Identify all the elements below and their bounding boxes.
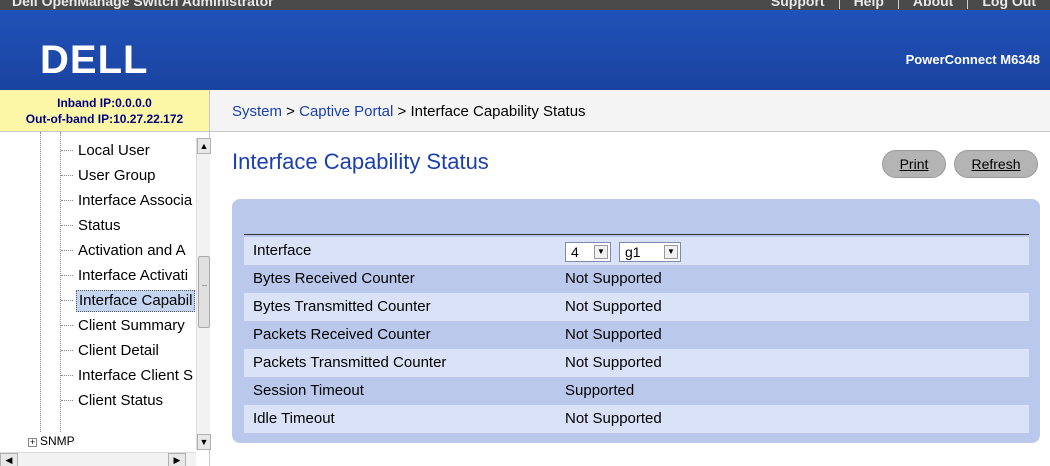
- scroll-down-icon[interactable]: ▼: [197, 434, 211, 450]
- outofband-ip: Out-of-band IP:10.27.22.172: [25, 112, 184, 126]
- tree-item-label: Interface Client S: [78, 367, 194, 384]
- row-value: Not Supported: [565, 326, 662, 343]
- tree-item-label: Client Status: [78, 392, 164, 409]
- tree-item-label: Local User: [78, 142, 150, 159]
- tree-item-interface-client-status[interactable]: Interface Client S: [0, 363, 196, 388]
- scroll-right-icon[interactable]: ▶: [168, 453, 186, 466]
- tree-item-label: Interface Associa: [78, 192, 193, 209]
- tree-item-interface-association[interactable]: Interface Associa: [0, 188, 196, 213]
- tree-item-label: Client Summary: [78, 317, 185, 334]
- product-name: PowerConnect M6348: [905, 52, 1040, 67]
- tree-item-status[interactable]: Status: [0, 213, 196, 238]
- capability-table: Interface 4 ▼ g1 ▼ Bytes Received Counte…: [244, 237, 1029, 433]
- tree-item-activation[interactable]: Activation and A: [0, 238, 196, 263]
- panel-divider: [244, 234, 1029, 235]
- tree-item-label: Interface Capabil: [76, 290, 196, 312]
- tree-item-snmp[interactable]: + SNMP: [28, 434, 75, 448]
- top-bar: Dell OpenManage Switch Administrator Sup…: [0, 0, 1050, 10]
- breadcrumb-separator: >: [282, 103, 300, 120]
- print-button[interactable]: Print: [882, 150, 946, 178]
- breadcrumb: System > Captive Portal > Interface Capa…: [210, 90, 1050, 132]
- help-link[interactable]: Help: [838, 0, 898, 9]
- row-label: Interface: [253, 242, 312, 259]
- row-label: Packets Transmitted Counter: [253, 354, 447, 371]
- row-value: Not Supported: [565, 298, 662, 315]
- scroll-up-icon[interactable]: ▲: [197, 138, 211, 154]
- app-title: Dell OpenManage Switch Administrator: [12, 0, 274, 9]
- row-label: Idle Timeout: [253, 410, 335, 427]
- chevron-down-icon[interactable]: ▼: [594, 245, 608, 259]
- row-value: Not Supported: [565, 354, 662, 371]
- page-title: Interface Capability Status: [232, 149, 489, 174]
- capability-panel: Interface 4 ▼ g1 ▼ Bytes Received Counte…: [232, 199, 1040, 443]
- breadcrumb-separator: >: [393, 103, 411, 120]
- refresh-button[interactable]: Refresh: [954, 150, 1038, 178]
- top-links: Support Help About Log Out: [757, 0, 1050, 9]
- table-row: Packets Transmitted Counter Not Supporte…: [244, 349, 1029, 377]
- row-label: Packets Received Counter: [253, 326, 431, 343]
- table-row: Bytes Transmitted Counter Not Supported: [244, 293, 1029, 321]
- inband-ip: Inband IP:0.0.0.0: [57, 96, 152, 110]
- tree-item-interface-activation[interactable]: Interface Activati: [0, 263, 196, 288]
- unit-select-value: 4: [571, 244, 579, 260]
- about-link[interactable]: About: [897, 0, 967, 9]
- row-label: Session Timeout: [253, 382, 364, 399]
- scrollbar-thumb[interactable]: [198, 256, 210, 328]
- tree-item-label: Status: [78, 217, 121, 234]
- table-row: Packets Received Counter Not Supported: [244, 321, 1029, 349]
- header-banner: DELL PowerConnect M6348: [0, 10, 1050, 90]
- scroll-left-icon[interactable]: ◀: [0, 453, 18, 466]
- tree-item-user-group[interactable]: User Group: [0, 163, 196, 188]
- table-row: Session Timeout Supported: [244, 377, 1029, 405]
- unit-select[interactable]: 4 ▼: [565, 242, 611, 262]
- tree-expand-icon[interactable]: +: [28, 438, 37, 447]
- tree-item-label: User Group: [78, 167, 156, 184]
- breadcrumb-system[interactable]: System: [232, 103, 282, 120]
- row-label: Bytes Transmitted Counter: [253, 298, 431, 315]
- breadcrumb-captive-portal[interactable]: Captive Portal: [299, 103, 393, 120]
- logout-link[interactable]: Log Out: [967, 0, 1050, 9]
- table-row: Bytes Received Counter Not Supported: [244, 265, 1029, 293]
- tree-item-local-user[interactable]: Local User: [0, 138, 196, 163]
- chevron-down-icon[interactable]: ▼: [664, 245, 678, 259]
- tree-item-client-status[interactable]: Client Status: [0, 388, 196, 413]
- dell-logo: DELL: [40, 38, 149, 82]
- breadcrumb-current: Interface Capability Status: [410, 103, 586, 120]
- tree-item-client-detail[interactable]: Client Detail: [0, 338, 196, 363]
- tree-item-label: Client Detail: [78, 342, 159, 359]
- port-select-value: g1: [625, 244, 641, 260]
- tree-horizontal-scrollbar[interactable]: ◀ ▶: [0, 452, 196, 466]
- tree-item-client-summary[interactable]: Client Summary: [0, 313, 196, 338]
- row-value: Not Supported: [565, 410, 662, 427]
- tree-item-label: SNMP: [40, 434, 75, 448]
- row-label: Bytes Received Counter: [253, 270, 415, 287]
- tree-item-label: Interface Activati: [78, 267, 189, 284]
- tree-vertical-scrollbar[interactable]: ▲ ▼: [196, 138, 211, 450]
- row-value: Not Supported: [565, 270, 662, 287]
- support-link[interactable]: Support: [757, 0, 839, 9]
- port-select[interactable]: g1 ▼: [619, 242, 681, 262]
- tree-item-label: Activation and A: [78, 242, 186, 259]
- table-row-interface: Interface 4 ▼ g1 ▼: [244, 237, 1029, 265]
- table-row: Idle Timeout Not Supported: [244, 405, 1029, 433]
- ip-info: Inband IP:0.0.0.0 Out-of-band IP:10.27.2…: [0, 90, 210, 132]
- navigation-tree: Local User User Group Interface Associa …: [0, 132, 210, 466]
- row-value: Supported: [565, 382, 635, 399]
- tree-item-interface-capability[interactable]: Interface Capabil: [0, 288, 196, 313]
